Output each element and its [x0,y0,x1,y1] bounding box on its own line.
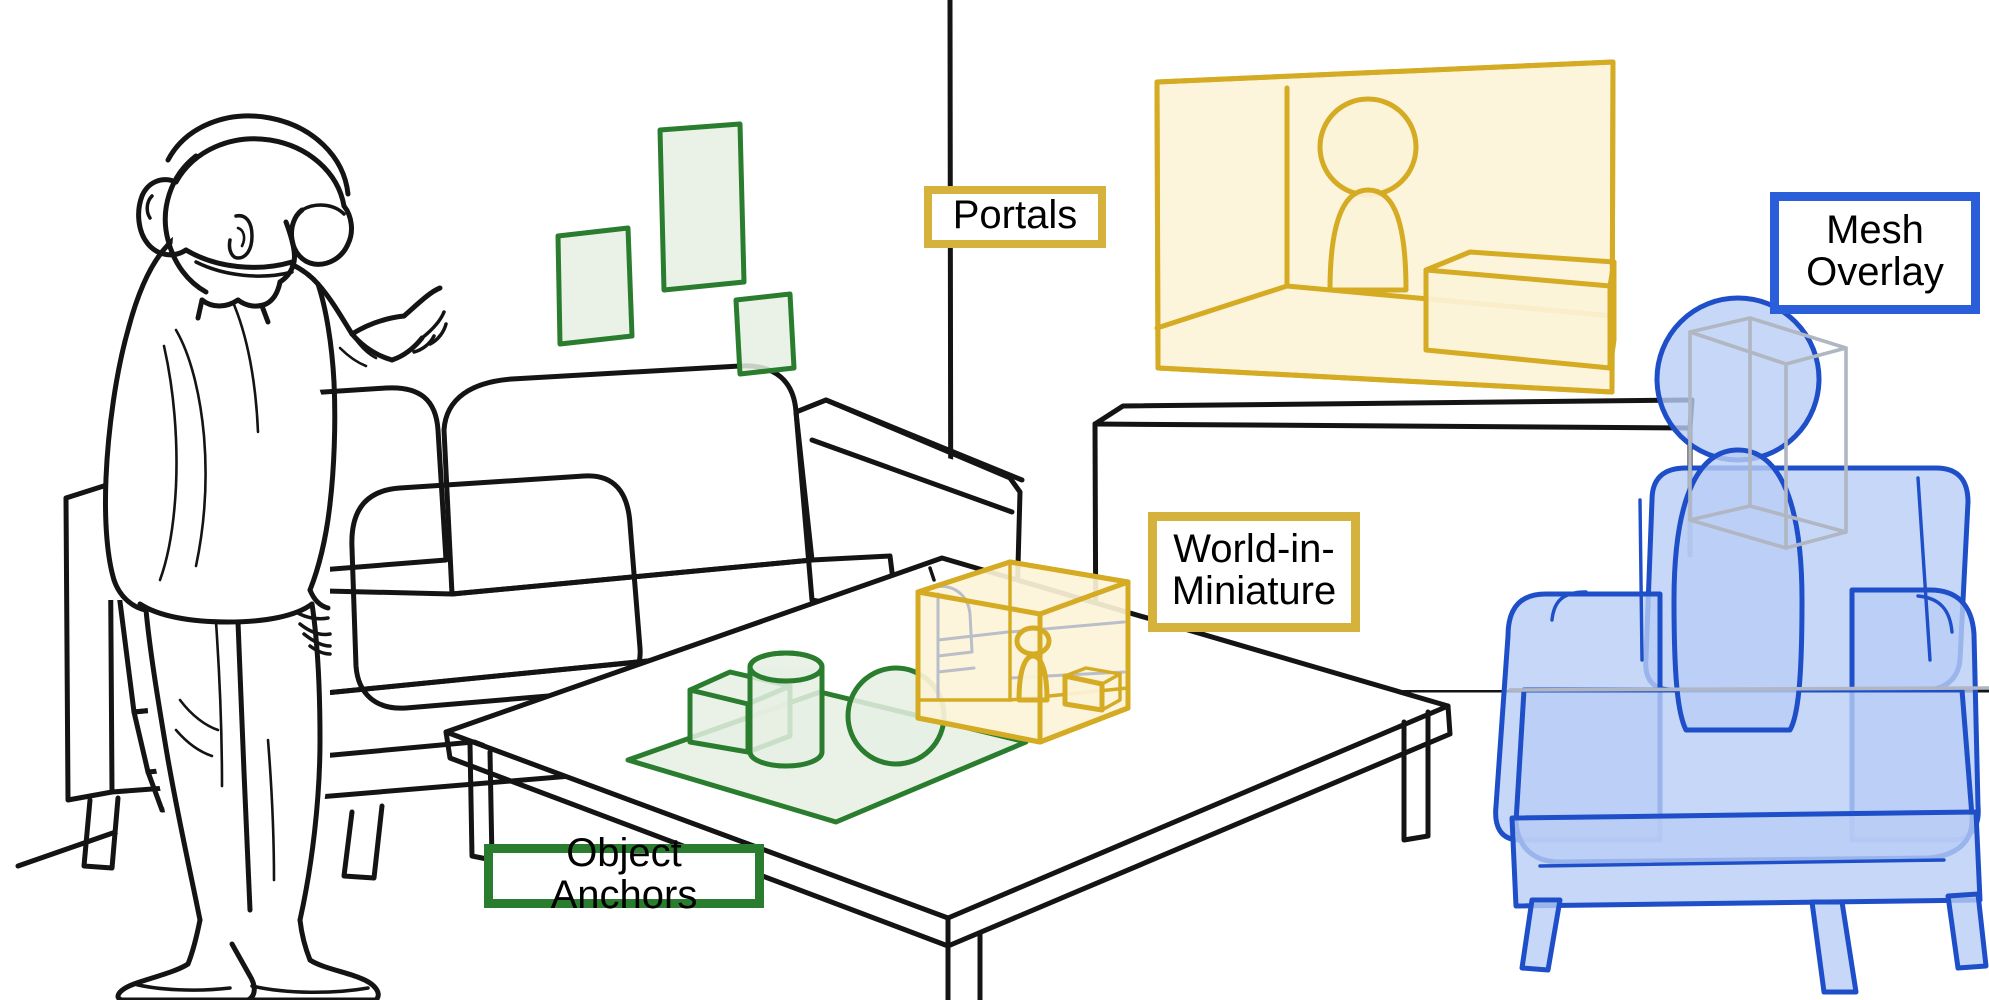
anchor-panel-3 [733,291,797,377]
anchor-panel-1 [555,225,635,347]
label-portals[interactable]: Portals [924,186,1106,248]
label-mesh-overlay[interactable]: Mesh Overlay [1770,192,1980,314]
anchor-panel-2 [657,121,747,293]
label-mesh-overlay-text: Mesh Overlay [1806,208,1944,294]
scene-illustration: .ink { fill:none; stroke:#141414; stroke… [15,0,1989,1000]
figure-canvas: .ink { fill:none; stroke:#141414; stroke… [0,0,1989,1000]
label-portals-text: Portals [952,193,1078,238]
anchor-cylinder [747,650,825,769]
label-world-in-miniature[interactable]: World-in- Miniature [1148,512,1360,632]
portal-window-visual [1154,59,1617,395]
label-world-in-miniature-text: World-in- Miniature [1171,527,1337,613]
world-in-miniature-visual [915,559,1131,745]
label-object-anchors[interactable]: Object Anchors [484,833,764,916]
label-object-anchors-text: Object Anchors [550,831,698,917]
